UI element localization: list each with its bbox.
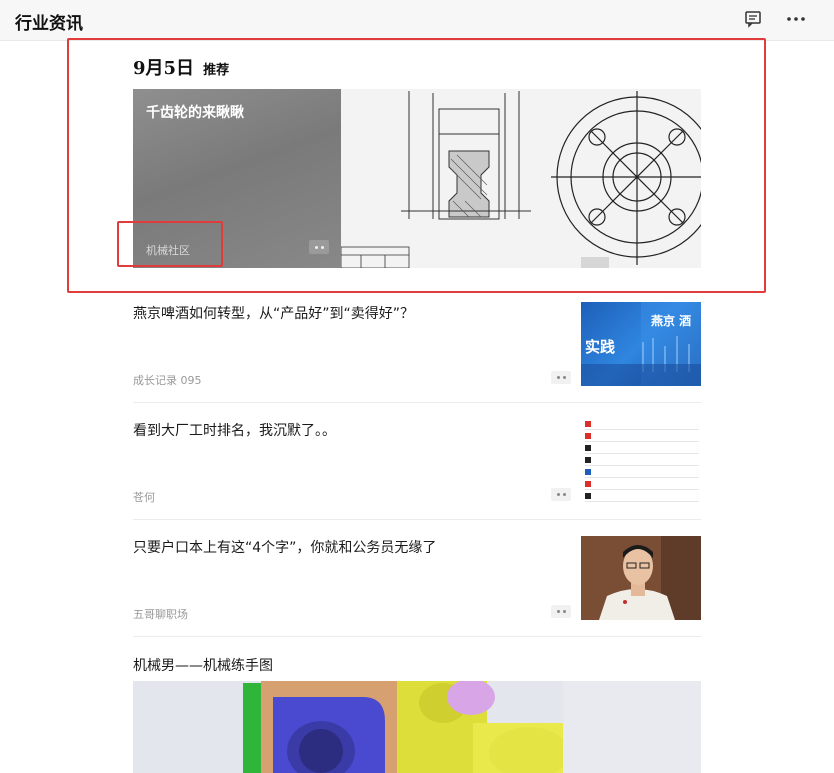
article-source: 成长记录 095 bbox=[133, 374, 202, 387]
featured-date: 9月5日 bbox=[133, 58, 195, 79]
article-thumbnail: 实践 燕京 酒 bbox=[581, 302, 701, 386]
dots-menu-icon[interactable] bbox=[309, 240, 329, 254]
dots-menu-icon[interactable] bbox=[551, 371, 571, 384]
chat-bubble-icon[interactable] bbox=[741, 8, 765, 30]
more-dots-icon[interactable] bbox=[784, 8, 808, 30]
featured-card[interactable]: 千齿轮的来瞅瞅 机械社区 bbox=[133, 89, 701, 268]
featured-date-header: 9月5日 推荐 bbox=[133, 54, 229, 80]
article-headline: 燕京啤酒如何转型，从“产品好”到“卖得好”？ bbox=[133, 306, 415, 322]
cad-render-image[interactable] bbox=[133, 681, 701, 773]
list-item[interactable]: 看到大厂工时排名，我沉默了。。 苍何 bbox=[133, 419, 701, 520]
article-headline[interactable]: 机械男——机械练手图 bbox=[133, 655, 273, 675]
article-thumbnail bbox=[581, 419, 701, 503]
list-item[interactable]: 只要户口本上有这“4个字”，你就和公务员无缘了 五哥聊职场 bbox=[133, 536, 701, 637]
article-headline: 只要户口本上有这“4个字”，你就和公务员无缘了 bbox=[133, 540, 437, 556]
recommend-tag: 推荐 bbox=[203, 63, 230, 78]
thumbnail-brand: 燕京 酒 bbox=[651, 314, 692, 328]
article-source: 五哥聊职场 bbox=[133, 608, 188, 621]
featured-overlay: 千齿轮的来瞅瞅 机械社区 bbox=[133, 89, 341, 268]
featured-title: 千齿轮的来瞅瞅 bbox=[146, 105, 244, 121]
thumbnail-text: 实践 bbox=[585, 338, 616, 356]
gear-drawing-image bbox=[340, 89, 701, 268]
article-thumbnail bbox=[581, 536, 701, 620]
article-source: 苍何 bbox=[133, 491, 155, 504]
dots-menu-icon[interactable] bbox=[551, 605, 571, 618]
article-headline: 看到大厂工时排名，我沉默了。。 bbox=[133, 423, 336, 439]
list-item[interactable]: 燕京啤酒如何转型，从“产品好”到“卖得好”？ 成长记录 095 实践 燕京 酒 bbox=[133, 302, 701, 403]
window-title: 行业资讯 bbox=[15, 14, 83, 34]
dots-menu-icon[interactable] bbox=[551, 488, 571, 501]
title-bar: 行业资讯 bbox=[0, 0, 834, 41]
featured-source: 机械社区 bbox=[146, 244, 190, 257]
